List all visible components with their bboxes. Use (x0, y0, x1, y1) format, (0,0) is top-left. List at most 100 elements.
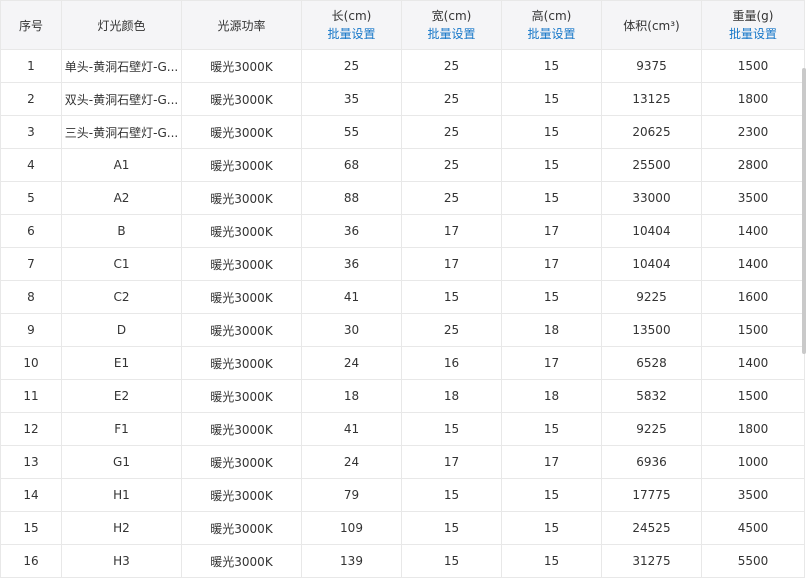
cell-weight: 1000 (701, 445, 805, 479)
table-row: 1 单头-黄洞石壁灯-G... 暖光3000K 25 25 15 9375 1500 (0, 49, 805, 83)
cell-length: 36 (301, 214, 402, 248)
header-length: 长(cm) 批量设置 (301, 0, 402, 50)
cell-power: 暖光3000K (181, 478, 302, 512)
table-row: 10 E1 暖光3000K 24 16 17 6528 1400 (0, 346, 805, 380)
batch-set-length-link[interactable]: 批量设置 (303, 25, 401, 43)
cell-height: 15 (501, 280, 602, 314)
vertical-scrollbar[interactable] (802, 68, 806, 354)
cell-length: 25 (301, 49, 402, 83)
cell-length: 35 (301, 82, 402, 116)
cell-volume: 24525 (601, 511, 702, 545)
table-row: 8 C2 暖光3000K 41 15 15 9225 1600 (0, 280, 805, 314)
cell-weight: 1400 (701, 247, 805, 281)
cell-weight: 1600 (701, 280, 805, 314)
cell-power: 暖光3000K (181, 181, 302, 215)
cell-index: 10 (0, 346, 62, 380)
cell-color: 单头-黄洞石壁灯-G... (61, 49, 182, 83)
cell-weight: 1500 (701, 379, 805, 413)
cell-width: 25 (401, 313, 502, 347)
table-row: 14 H1 暖光3000K 79 15 15 17775 3500 (0, 478, 805, 512)
cell-power: 暖光3000K (181, 379, 302, 413)
cell-volume: 20625 (601, 115, 702, 149)
cell-color: H3 (61, 544, 182, 578)
cell-volume: 6936 (601, 445, 702, 479)
cell-index: 7 (0, 247, 62, 281)
cell-weight: 2300 (701, 115, 805, 149)
cell-length: 55 (301, 115, 402, 149)
cell-width: 25 (401, 115, 502, 149)
batch-set-weight-link[interactable]: 批量设置 (703, 25, 804, 43)
cell-length: 41 (301, 412, 402, 446)
cell-power: 暖光3000K (181, 313, 302, 347)
batch-set-height-link[interactable]: 批量设置 (503, 25, 601, 43)
header-index: 序号 (0, 0, 62, 50)
cell-weight: 1400 (701, 346, 805, 380)
cell-power: 暖光3000K (181, 82, 302, 116)
header-weight-label: 重量(g) (732, 9, 774, 23)
cell-color: E2 (61, 379, 182, 413)
cell-index: 15 (0, 511, 62, 545)
cell-width: 18 (401, 379, 502, 413)
cell-index: 5 (0, 181, 62, 215)
table-row: 2 双头-黄洞石壁灯-G... 暖光3000K 35 25 15 13125 1800 (0, 82, 805, 116)
sku-table: 序号 灯光颜色 光源功率 长(cm) 批量设置 宽(cm) 批量设置 高(cm)… (0, 0, 805, 578)
cell-weight: 1500 (701, 49, 805, 83)
cell-power: 暖光3000K (181, 115, 302, 149)
table-row: 7 C1 暖光3000K 36 17 17 10404 1400 (0, 247, 805, 281)
cell-length: 88 (301, 181, 402, 215)
cell-width: 17 (401, 214, 502, 248)
batch-set-width-link[interactable]: 批量设置 (403, 25, 501, 43)
cell-volume: 9225 (601, 280, 702, 314)
cell-width: 15 (401, 511, 502, 545)
cell-index: 9 (0, 313, 62, 347)
cell-height: 15 (501, 181, 602, 215)
cell-volume: 10404 (601, 247, 702, 281)
cell-color: 三头-黄洞石壁灯-G... (61, 115, 182, 149)
table-body: 1 单头-黄洞石壁灯-G... 暖光3000K 25 25 15 9375 1500 2 双头-黄… (0, 49, 805, 578)
cell-power: 暖光3000K (181, 445, 302, 479)
cell-length: 109 (301, 511, 402, 545)
cell-volume: 10404 (601, 214, 702, 248)
cell-power: 暖光3000K (181, 280, 302, 314)
header-row: 序号 灯光颜色 光源功率 长(cm) 批量设置 宽(cm) 批量设置 高(cm)… (0, 0, 805, 50)
cell-index: 13 (0, 445, 62, 479)
cell-weight: 4500 (701, 511, 805, 545)
cell-length: 68 (301, 148, 402, 182)
header-width: 宽(cm) 批量设置 (401, 0, 502, 50)
cell-weight: 1800 (701, 412, 805, 446)
cell-color: B (61, 214, 182, 248)
cell-index: 11 (0, 379, 62, 413)
cell-weight: 1800 (701, 82, 805, 116)
cell-width: 25 (401, 148, 502, 182)
cell-power: 暖光3000K (181, 346, 302, 380)
cell-color: 双头-黄洞石壁灯-G... (61, 82, 182, 116)
cell-height: 17 (501, 247, 602, 281)
cell-index: 14 (0, 478, 62, 512)
cell-height: 15 (501, 148, 602, 182)
cell-height: 15 (501, 511, 602, 545)
cell-weight: 3500 (701, 478, 805, 512)
cell-power: 暖光3000K (181, 148, 302, 182)
cell-width: 15 (401, 280, 502, 314)
cell-width: 17 (401, 247, 502, 281)
cell-height: 18 (501, 379, 602, 413)
cell-width: 15 (401, 544, 502, 578)
table-header: 序号 灯光颜色 光源功率 长(cm) 批量设置 宽(cm) 批量设置 高(cm)… (0, 0, 805, 50)
cell-volume: 17775 (601, 478, 702, 512)
cell-length: 24 (301, 346, 402, 380)
cell-volume: 13500 (601, 313, 702, 347)
header-weight: 重量(g) 批量设置 (701, 0, 805, 50)
header-power: 光源功率 (181, 0, 302, 50)
cell-volume: 33000 (601, 181, 702, 215)
cell-index: 3 (0, 115, 62, 149)
cell-volume: 25500 (601, 148, 702, 182)
table-row: 12 F1 暖光3000K 41 15 15 9225 1800 (0, 412, 805, 446)
table-row: 13 G1 暖光3000K 24 17 17 6936 1000 (0, 445, 805, 479)
cell-power: 暖光3000K (181, 214, 302, 248)
header-length-label: 长(cm) (331, 9, 372, 23)
cell-width: 25 (401, 82, 502, 116)
cell-length: 139 (301, 544, 402, 578)
cell-length: 18 (301, 379, 402, 413)
cell-height: 15 (501, 115, 602, 149)
cell-power: 暖光3000K (181, 544, 302, 578)
